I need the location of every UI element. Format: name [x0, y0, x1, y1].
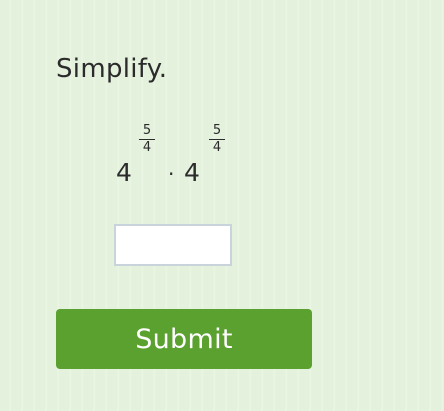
answer-input[interactable] — [114, 224, 232, 266]
term2-exponent: 5 4 — [209, 124, 225, 155]
term2-base: 4 — [184, 158, 200, 187]
term2-exponent-denominator: 4 — [212, 140, 222, 155]
math-expression: 4 5 4 · 4 5 4 — [114, 118, 254, 198]
submit-button[interactable]: Submit — [56, 309, 312, 369]
term1-exponent-numerator: 5 — [142, 123, 152, 138]
multiply-operator: · — [168, 162, 175, 186]
term1-exponent: 5 4 — [139, 124, 155, 155]
question-prompt: Simplify. — [56, 54, 168, 84]
term2-exponent-numerator: 5 — [212, 123, 222, 138]
term1-base: 4 — [116, 158, 132, 187]
term1-exponent-denominator: 4 — [142, 140, 152, 155]
